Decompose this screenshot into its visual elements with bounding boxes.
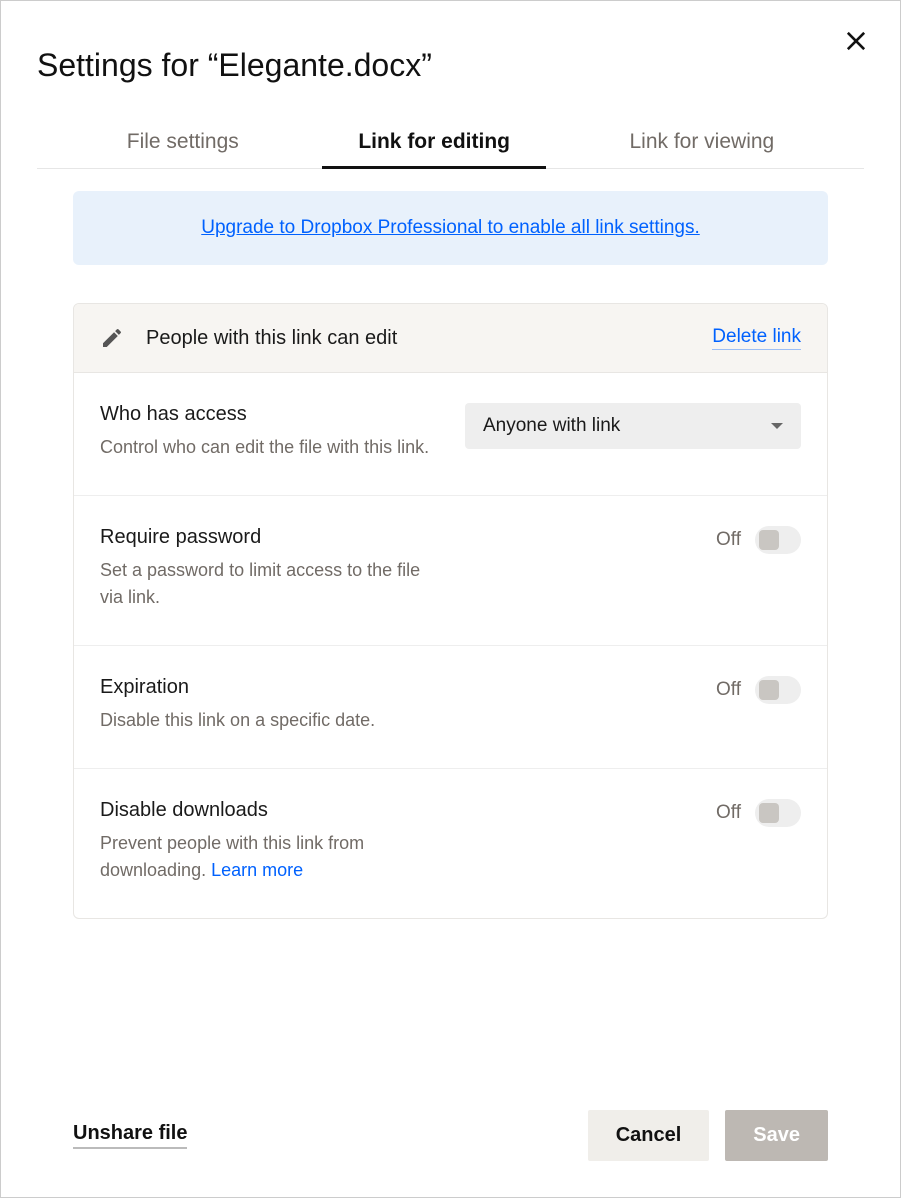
- setting-disable-downloads: Disable downloads Prevent people with th…: [74, 769, 827, 918]
- access-dropdown[interactable]: Anyone with link: [465, 403, 801, 449]
- setting-downloads-title: Disable downloads: [100, 799, 440, 822]
- pencil-icon: [100, 326, 124, 350]
- unshare-file-button[interactable]: Unshare file: [73, 1122, 187, 1149]
- downloads-toggle-label: Off: [716, 802, 741, 824]
- setting-who-has-access: Who has access Control who can edit the …: [74, 373, 827, 496]
- setting-access-title: Who has access: [100, 403, 440, 426]
- toggle-knob: [759, 803, 779, 823]
- access-dropdown-value: Anyone with link: [483, 415, 620, 437]
- upgrade-banner: Upgrade to Dropbox Professional to enabl…: [73, 191, 828, 265]
- link-settings-card: People with this link can edit Delete li…: [73, 303, 828, 919]
- setting-access-desc: Control who can edit the file with this …: [100, 434, 440, 461]
- setting-password-title: Require password: [100, 526, 440, 549]
- toggle-knob: [759, 530, 779, 550]
- card-header-text: People with this link can edit: [146, 327, 712, 350]
- setting-require-password: Require password Set a password to limit…: [74, 496, 827, 646]
- tab-link-viewing[interactable]: Link for viewing: [613, 120, 790, 168]
- settings-modal: Settings for “Elegante.docx” File settin…: [1, 1, 900, 1197]
- setting-expiration-title: Expiration: [100, 676, 440, 699]
- chevron-down-icon: [771, 423, 783, 429]
- tab-link-editing[interactable]: Link for editing: [342, 120, 526, 168]
- setting-downloads-desc: Prevent people with this link from downl…: [100, 830, 440, 884]
- password-toggle-label: Off: [716, 529, 741, 551]
- close-icon[interactable]: [842, 27, 870, 55]
- password-toggle[interactable]: [755, 526, 801, 554]
- tabs: File settings Link for editing Link for …: [37, 120, 864, 169]
- upgrade-link[interactable]: Upgrade to Dropbox Professional to enabl…: [201, 217, 700, 238]
- setting-password-desc: Set a password to limit access to the fi…: [100, 557, 440, 611]
- save-button[interactable]: Save: [725, 1110, 828, 1161]
- card-header: People with this link can edit Delete li…: [74, 304, 827, 373]
- learn-more-link[interactable]: Learn more: [211, 860, 303, 880]
- setting-expiration-desc: Disable this link on a specific date.: [100, 707, 440, 734]
- expiration-toggle-label: Off: [716, 679, 741, 701]
- toggle-knob: [759, 680, 779, 700]
- modal-footer: Unshare file Cancel Save: [73, 1070, 828, 1161]
- delete-link-button[interactable]: Delete link: [712, 326, 801, 350]
- tab-content: Upgrade to Dropbox Professional to enabl…: [37, 169, 864, 1161]
- setting-expiration: Expiration Disable this link on a specif…: [74, 646, 827, 769]
- tab-file-settings[interactable]: File settings: [111, 120, 255, 168]
- modal-title: Settings for “Elegante.docx”: [37, 47, 864, 84]
- expiration-toggle[interactable]: [755, 676, 801, 704]
- cancel-button[interactable]: Cancel: [588, 1110, 710, 1161]
- downloads-toggle[interactable]: [755, 799, 801, 827]
